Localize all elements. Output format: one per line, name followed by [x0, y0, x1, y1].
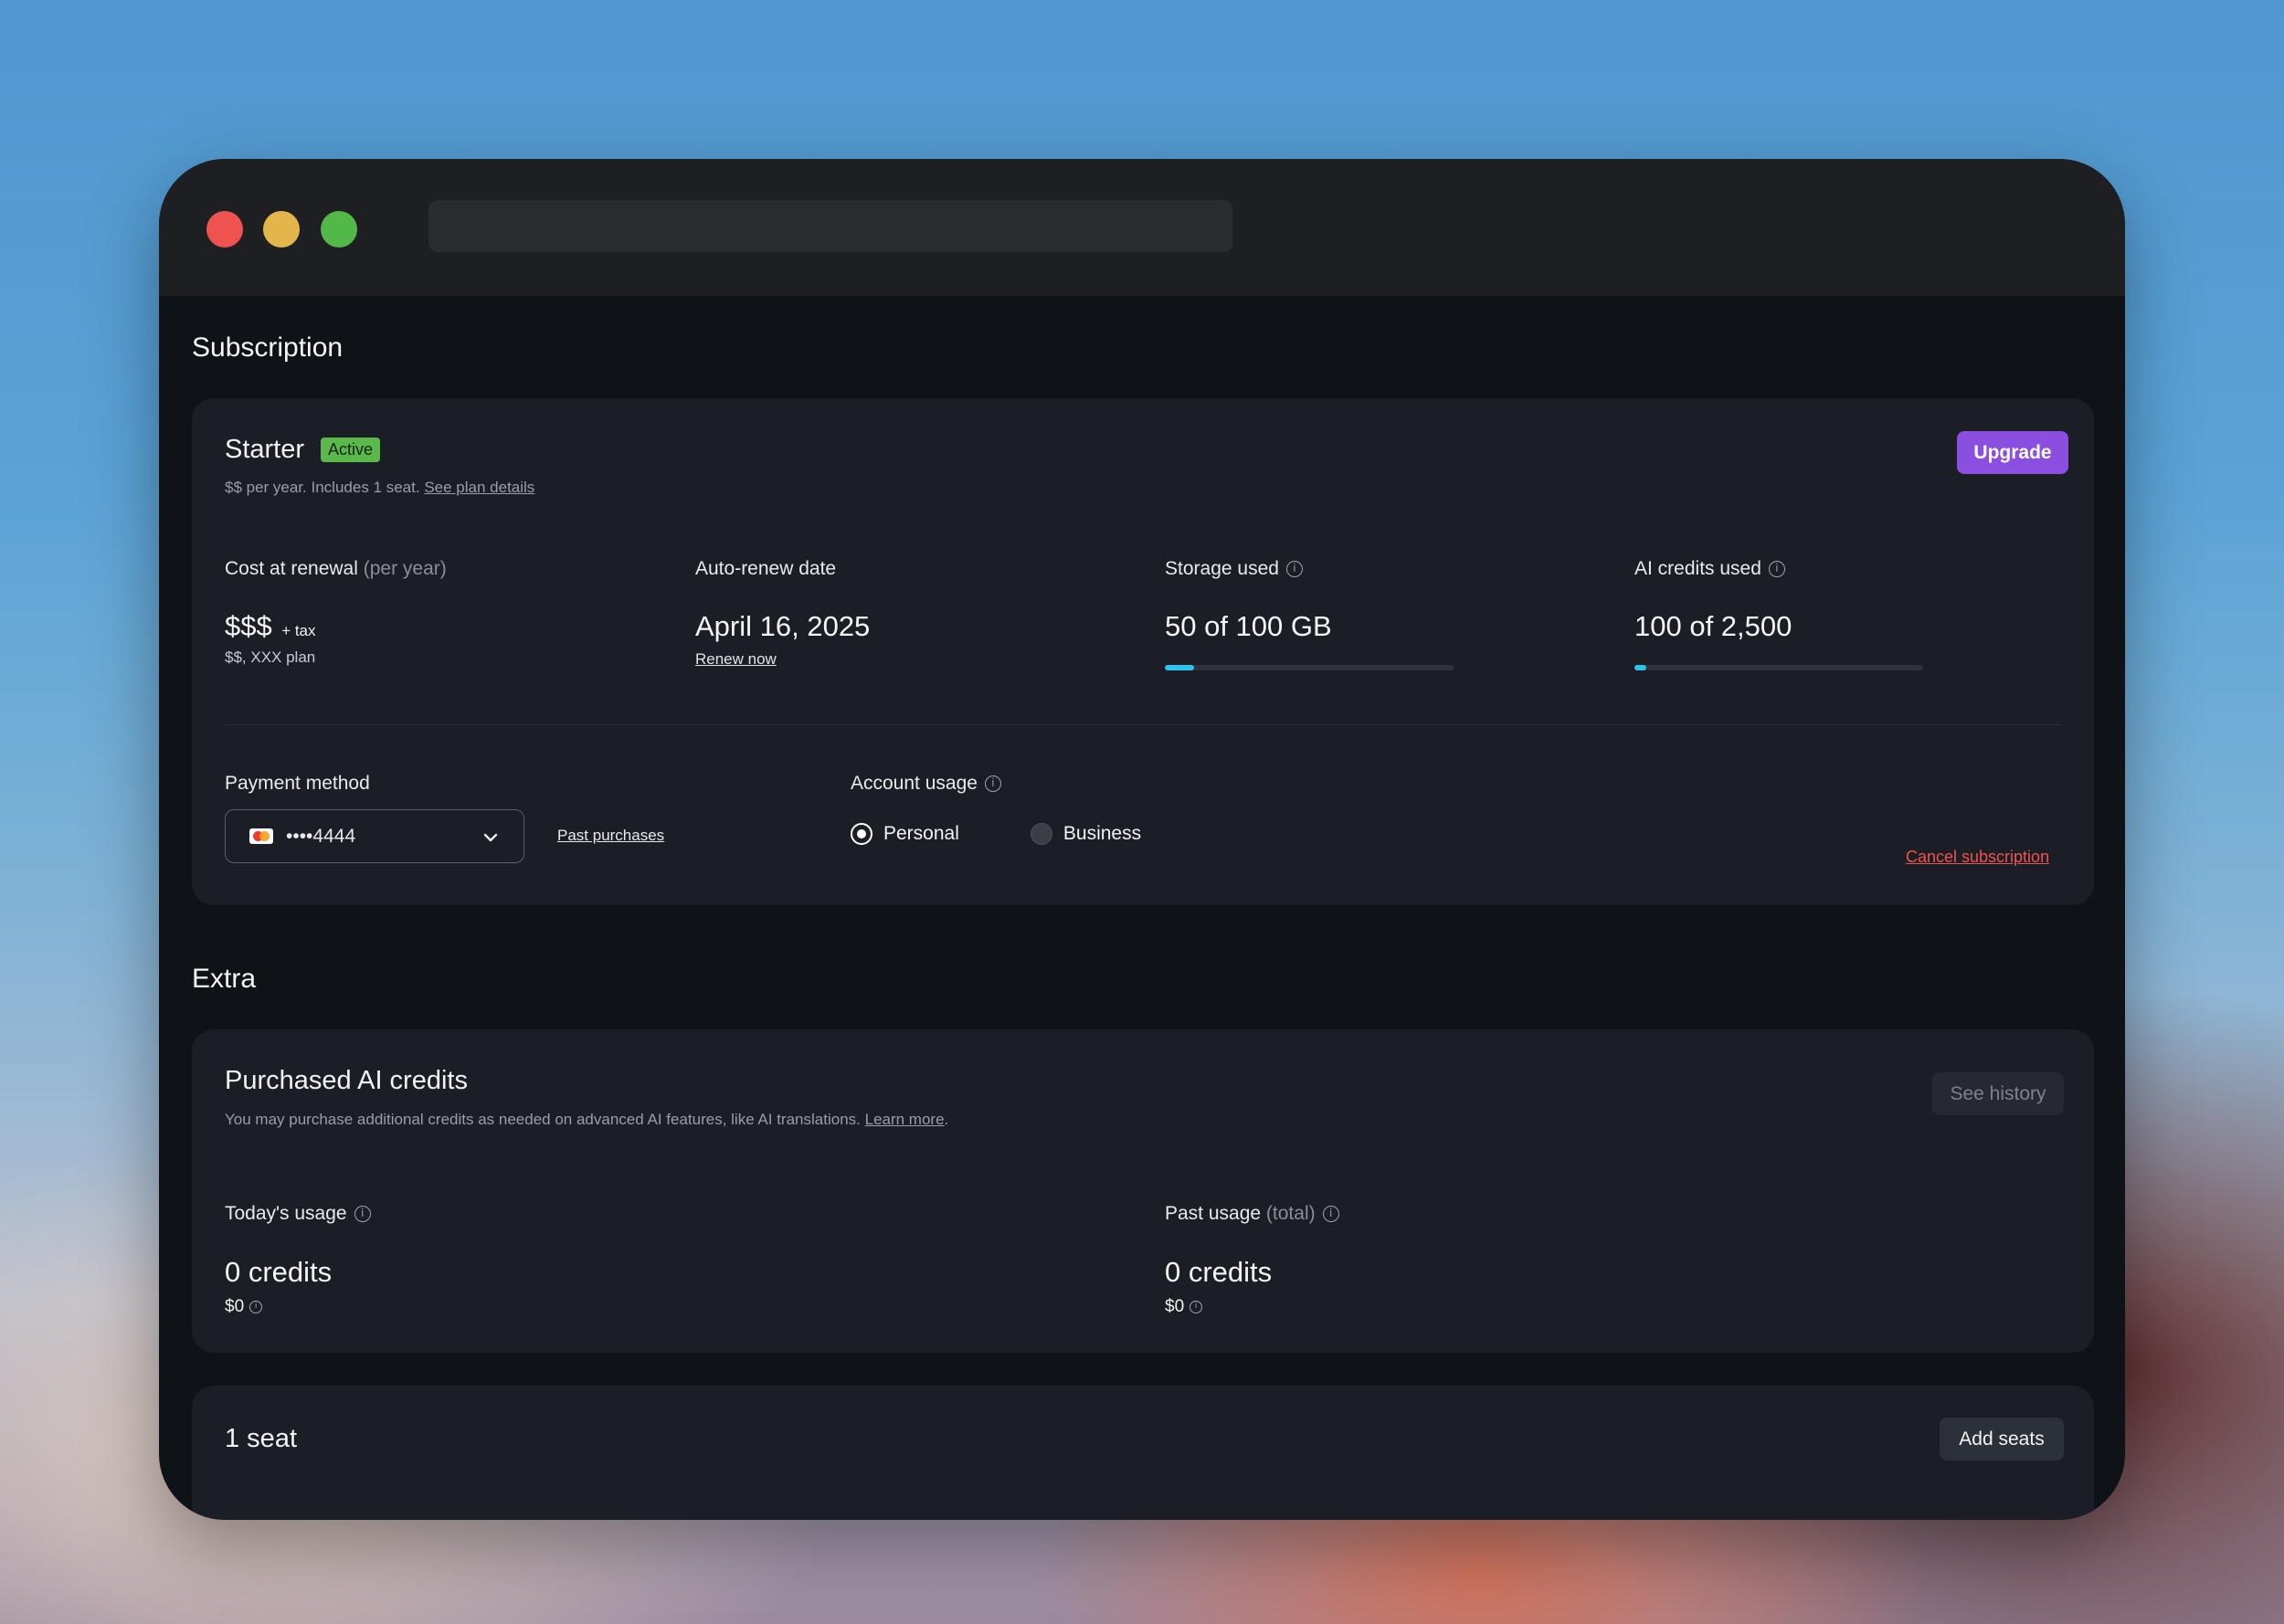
cost-tax: + tax: [281, 622, 316, 639]
card-icon-circle-orange: [259, 831, 270, 841]
plan-description: $$ per year. Includes 1 seat. See plan d…: [225, 479, 534, 497]
info-icon[interactable]: i: [249, 1300, 263, 1313]
past-usage-qualifier: (total): [1265, 1203, 1316, 1224]
today-usage-cost-text: $0: [225, 1297, 245, 1316]
cancel-subscription-link[interactable]: Cancel subscription: [1906, 848, 2049, 867]
info-icon[interactable]: i: [1768, 561, 1785, 578]
seats-card: 1 seat Add seats: [192, 1386, 2094, 1520]
card-icon: [249, 828, 273, 844]
account-usage-label-text: Account usage: [851, 773, 978, 794]
storage-label: Storage used i: [1165, 558, 1303, 580]
storage-label-text: Storage used: [1165, 558, 1279, 579]
close-window-button[interactable]: [206, 211, 243, 248]
upgrade-button[interactable]: Upgrade: [1957, 431, 2068, 474]
ai-credits-label-text: AI credits used: [1634, 558, 1761, 579]
plan-details-link[interactable]: See plan details: [424, 479, 534, 496]
ai-credits-progress-fill: [1634, 665, 1646, 670]
payment-method-select[interactable]: ••••4444: [225, 809, 524, 863]
today-usage-label-text: Today's usage: [225, 1203, 347, 1224]
maximize-window-button[interactable]: [321, 211, 357, 248]
storage-progress-bar: [1165, 665, 1454, 670]
cost-value: $$$: [225, 610, 272, 642]
ai-credits-value: 100 of 2,500: [1634, 610, 1792, 642]
today-usage-value: 0 credits: [225, 1256, 333, 1288]
today-usage-cost: $0 i: [225, 1297, 263, 1317]
seats-title: 1 seat: [225, 1424, 297, 1453]
credits-card-description: You may purchase additional credits as n…: [225, 1111, 948, 1129]
learn-more-link[interactable]: Learn more: [865, 1111, 945, 1128]
plan-name: Starter: [225, 435, 305, 464]
past-purchases-link[interactable]: Past purchases: [557, 827, 664, 845]
cost-qualifier: (per year): [363, 558, 447, 579]
info-icon[interactable]: i: [984, 775, 1001, 793]
info-icon[interactable]: i: [1285, 561, 1303, 578]
cost-value-row: $$$ + tax: [225, 610, 316, 643]
storage-progress-fill: [1165, 665, 1194, 670]
renew-date: April 16, 2025: [695, 610, 871, 642]
see-history-button[interactable]: See history: [1932, 1072, 2064, 1115]
payment-method-label: Payment method: [225, 773, 370, 794]
chevron-down-icon: [483, 833, 498, 842]
divider: [225, 724, 2061, 725]
credits-card-description-text: You may purchase additional credits as n…: [225, 1111, 861, 1128]
account-usage-radio-group: Personal Business: [851, 823, 1141, 845]
subscription-card: Starter Active $$ per year. Includes 1 s…: [192, 398, 2094, 905]
period: .: [944, 1111, 949, 1128]
plan-header: Starter Active: [225, 435, 381, 465]
cost-label: Cost at renewal (per year): [225, 558, 447, 580]
renew-now-link[interactable]: Renew now: [695, 650, 777, 669]
info-icon[interactable]: i: [354, 1206, 371, 1223]
ai-credits-card: Purchased AI credits You may purchase ad…: [192, 1029, 2094, 1353]
account-usage-label: Account usage i: [851, 773, 1001, 795]
radio-personal[interactable]: Personal: [851, 823, 959, 845]
card-number: ••••4444: [286, 826, 356, 847]
title-bar: [159, 159, 2125, 296]
ai-credits-label: AI credits used i: [1634, 558, 1785, 580]
status-badge: Active: [321, 438, 381, 462]
radio-personal-label: Personal: [883, 823, 959, 844]
past-usage-label: Past usage (total) i: [1165, 1203, 1339, 1225]
plan-description-text: $$ per year. Includes 1 seat.: [225, 479, 420, 496]
minimize-window-button[interactable]: [263, 211, 300, 248]
storage-value: 50 of 100 GB: [1165, 610, 1332, 642]
subscription-heading: Subscription: [192, 332, 344, 363]
cost-plan: $$, XXX plan: [225, 649, 316, 666]
renew-label: Auto-renew date: [695, 558, 837, 579]
past-usage-label-text: Past usage: [1165, 1203, 1262, 1224]
past-usage-value: 0 credits: [1165, 1256, 1273, 1288]
app-window: Subscription Starter Active $$ per year.…: [159, 159, 2125, 1520]
extra-heading: Extra: [192, 964, 257, 994]
address-bar[interactable]: [428, 200, 1232, 252]
radio-button-selected[interactable]: [851, 823, 872, 845]
radio-business-label: Business: [1063, 823, 1142, 844]
past-usage-cost-text: $0: [1165, 1297, 1185, 1316]
radio-business[interactable]: Business: [1030, 823, 1142, 845]
past-usage-cost: $0 i: [1165, 1297, 1203, 1317]
radio-button[interactable]: [1030, 823, 1052, 845]
cost-label-text: Cost at renewal: [225, 558, 358, 579]
add-seats-button[interactable]: Add seats: [1940, 1418, 2064, 1461]
info-icon[interactable]: i: [1190, 1300, 1203, 1313]
ai-credits-progress-bar: [1634, 665, 1923, 670]
today-usage-label: Today's usage i: [225, 1203, 371, 1225]
credits-card-title: Purchased AI credits: [225, 1066, 468, 1095]
info-icon[interactable]: i: [1322, 1206, 1339, 1223]
